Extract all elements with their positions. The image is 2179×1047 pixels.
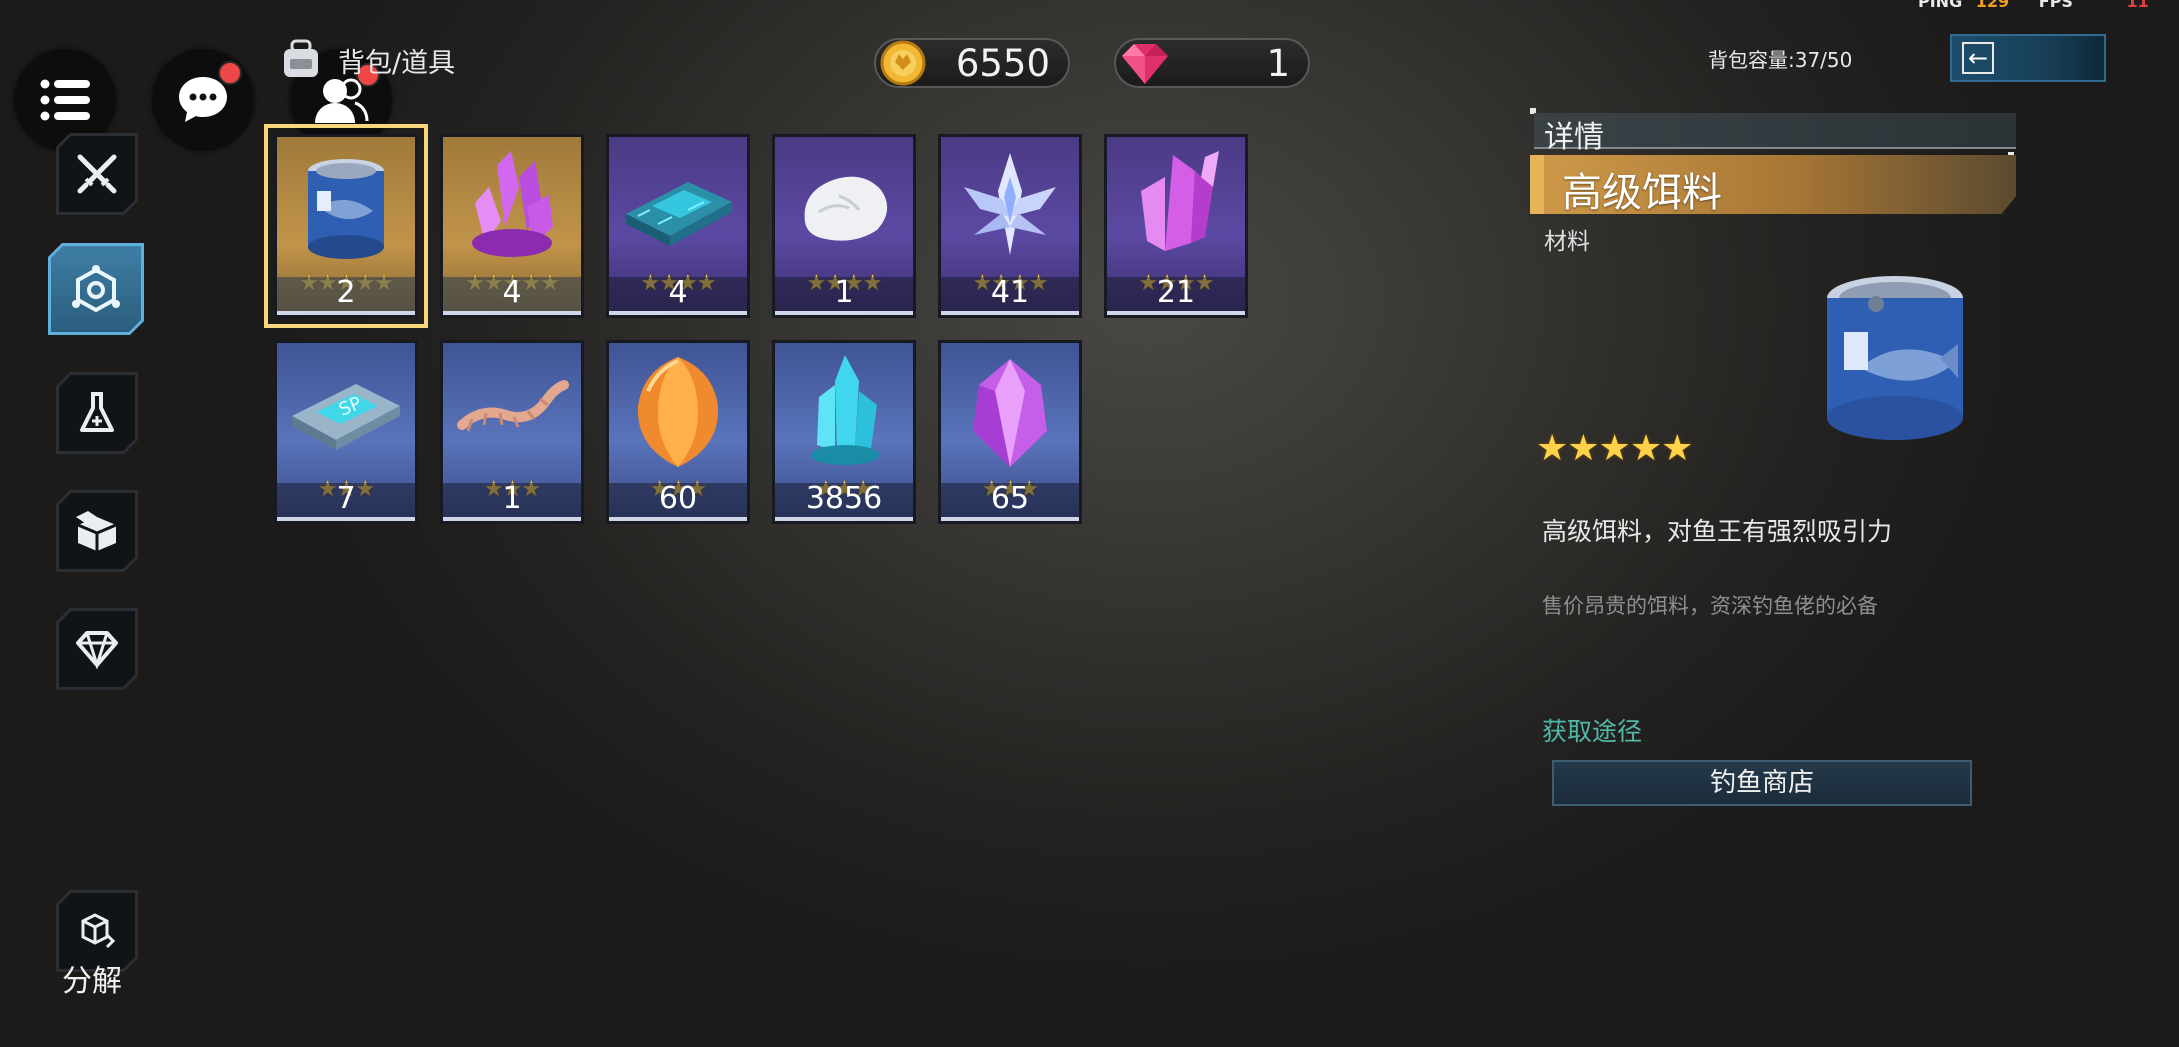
backpack-icon xyxy=(284,39,318,77)
inventory-slot[interactable]: ★★★★★ 2 xyxy=(264,124,428,328)
pink-crystal-cluster-icon xyxy=(472,151,553,257)
tab-gems[interactable] xyxy=(56,608,138,690)
tab-materials[interactable] xyxy=(48,243,144,335)
gem-amount: 1 xyxy=(1266,41,1290,85)
tin-can-icon xyxy=(308,159,384,259)
item-count: 3856 xyxy=(775,483,913,521)
worm-bait-icon xyxy=(457,380,569,432)
exit-button[interactable]: ← xyxy=(1950,34,2106,82)
chat-button[interactable] xyxy=(152,49,254,151)
tin-can-icon xyxy=(1827,276,1963,440)
item-count: 21 xyxy=(1107,277,1245,315)
status-bar: PING 129 FPS 11 xyxy=(1918,0,2149,12)
item-description: 高级饵料，对鱼王有强烈吸引力 xyxy=(1542,517,1893,546)
item-count: 7 xyxy=(277,483,415,521)
tab-equipment[interactable] xyxy=(56,133,138,215)
network-icon xyxy=(70,264,122,314)
inventory-slot[interactable]: ★★★ 65 xyxy=(938,340,1082,524)
item-count: 65 xyxy=(941,483,1079,521)
violet-gem-icon xyxy=(973,359,1047,467)
circuit-chip-icon xyxy=(626,182,732,246)
item-type: 材料 xyxy=(1544,229,1590,255)
detail-section-title: 详情 xyxy=(1544,120,1604,155)
inventory-slot[interactable]: ★★★ 1 xyxy=(440,340,584,524)
item-name: 高级饵料 xyxy=(1562,170,1722,216)
capacity-label: 背包容量:37/50 xyxy=(1708,48,1853,72)
coin-icon xyxy=(880,40,926,86)
fps-label: FPS xyxy=(2038,0,2073,11)
notification-dot xyxy=(218,61,242,85)
diamond-icon xyxy=(74,629,120,669)
inventory-slot[interactable]: ★★★★ 21 xyxy=(1104,134,1248,318)
inventory-slot[interactable]: ★★★★ 4 xyxy=(606,134,750,318)
fishing-shop-button[interactable]: 钓鱼商店 xyxy=(1552,760,1972,806)
decompose-label: 分解 xyxy=(62,964,122,999)
detail-rarity-stars: ★★★★★ xyxy=(1536,428,1693,469)
coin-amount: 6550 xyxy=(955,41,1050,85)
magenta-crystal-icon xyxy=(1141,151,1219,251)
ping-label: PING xyxy=(1918,0,1963,11)
backpack-header: 背包/道具 xyxy=(278,38,455,82)
coin-counter: 6550 xyxy=(874,38,1070,88)
item-count: 4 xyxy=(443,277,581,315)
pink-gem-icon xyxy=(1122,44,1168,84)
gem-counter: 1 xyxy=(1114,38,1310,88)
item-count: 4 xyxy=(609,277,747,315)
item-count: 41 xyxy=(941,277,1079,315)
list-icon xyxy=(40,79,90,121)
ice-crystal-icon xyxy=(964,153,1056,255)
box-icon xyxy=(72,509,122,553)
ping-value: 129 xyxy=(1975,0,2010,11)
inventory-slot[interactable]: ★★★★★ 4 xyxy=(440,134,584,318)
page-title: 背包/道具 xyxy=(338,47,456,79)
item-count: 1 xyxy=(775,277,913,315)
item-count: 1 xyxy=(443,483,581,521)
item-count: 60 xyxy=(609,483,747,521)
inventory-slot[interactable]: ★★★★ 1 xyxy=(772,134,916,318)
flask-icon xyxy=(77,390,117,436)
cyan-crystal-icon xyxy=(811,355,879,465)
detail-header-bar xyxy=(1534,113,2016,149)
item-flavor-text: 售价昂贵的饵料，资深钓鱼佬的必备 xyxy=(1542,594,1878,618)
sp-chip-icon: SP xyxy=(292,384,400,450)
inventory-slot[interactable]: SP ★★★ 7 xyxy=(274,340,418,524)
inventory-slot[interactable]: ★★★ 60 xyxy=(606,340,750,524)
fps-value: 11 xyxy=(2126,0,2149,11)
back-arrow-icon: ← xyxy=(1962,42,1994,74)
acquisition-title: 获取途径 xyxy=(1542,717,1643,746)
inventory-slot[interactable]: ★★★★ 41 xyxy=(938,134,1082,318)
tab-consumables[interactable] xyxy=(56,372,138,454)
item-preview xyxy=(1820,268,1970,452)
white-stone-icon xyxy=(804,176,888,241)
recycle-box-icon xyxy=(75,909,119,953)
item-count: 2 xyxy=(277,277,415,315)
orange-gem-icon xyxy=(637,357,719,467)
sword-icon xyxy=(74,151,120,197)
inventory-slot[interactable]: ★★★ 3856 xyxy=(772,340,916,524)
tab-boxes[interactable] xyxy=(56,490,138,572)
